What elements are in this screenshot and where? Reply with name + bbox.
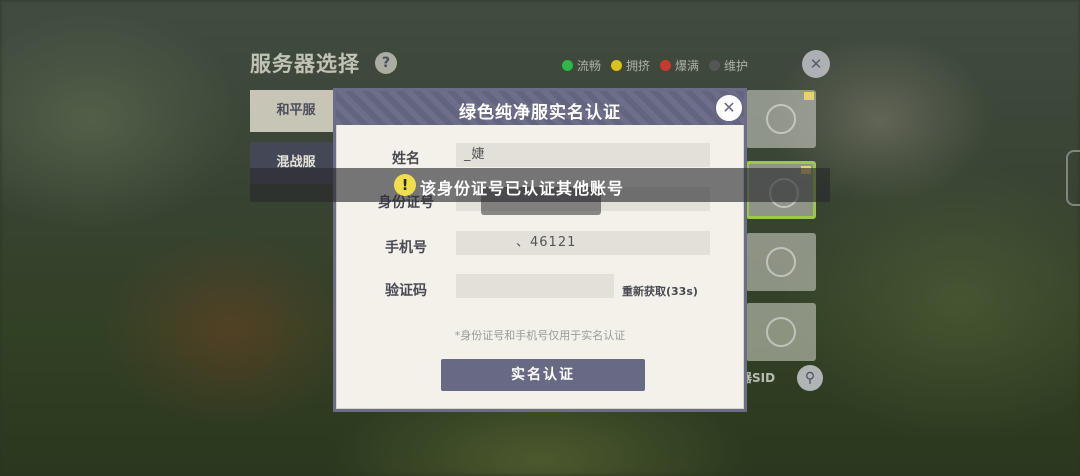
- legend-smooth: 流畅: [562, 57, 601, 74]
- shield-emblem-icon: [766, 104, 796, 134]
- server-card[interactable]: [746, 233, 816, 291]
- toast-message: 该身份证号已认证其他账号: [420, 179, 625, 198]
- server-select-title: 服务器选择: [250, 52, 360, 76]
- verify-submit-button[interactable]: 实名认证: [441, 359, 645, 391]
- legend-crowded: 拥挤: [611, 57, 650, 74]
- privacy-note: *身份证号和手机号仅用于实名认证: [454, 329, 626, 342]
- panel-close-icon[interactable]: ✕: [802, 50, 830, 78]
- verification-code-label: 验证码: [385, 283, 427, 299]
- side-tab-handle[interactable]: [1066, 150, 1080, 206]
- phone-field[interactable]: 、46121: [456, 231, 710, 255]
- warning-icon: !: [394, 174, 416, 196]
- search-icon[interactable]: ⚲: [797, 365, 823, 391]
- resend-code-button[interactable]: 重新获取(33s): [622, 283, 698, 299]
- dialog-header: 绿色纯净服实名认证: [336, 91, 744, 125]
- red-dot-icon: [660, 60, 672, 71]
- close-icon[interactable]: ✕: [714, 93, 744, 123]
- legend-maintenance: 维护: [709, 57, 748, 74]
- tab-peace-server[interactable]: 和平服: [250, 90, 342, 132]
- shield-emblem-icon: [766, 247, 796, 277]
- phone-label: 手机号: [385, 240, 427, 256]
- tag-icon: [804, 92, 814, 100]
- server-status-legend: 流畅 拥挤 爆满 维护: [562, 57, 748, 74]
- server-card[interactable]: [746, 303, 816, 361]
- name-label: 姓名: [392, 151, 420, 167]
- verification-code-field[interactable]: [456, 274, 614, 298]
- error-toast: ! 该身份证号已认证其他账号: [250, 168, 830, 202]
- legend-full: 爆满: [660, 57, 699, 74]
- dialog-title: 绿色纯净服实名认证: [459, 103, 621, 123]
- yellow-dot-icon: [611, 60, 623, 71]
- shield-emblem-icon: [766, 317, 796, 347]
- real-name-auth-dialog: 绿色纯净服实名认证 ✕ 姓名 _婕 身份证号 手机号 、46121 验证码 重新…: [333, 88, 747, 412]
- server-card[interactable]: [746, 90, 816, 148]
- name-field[interactable]: _婕: [456, 143, 710, 167]
- green-dot-icon: [562, 60, 573, 71]
- help-icon[interactable]: ?: [375, 52, 397, 74]
- gray-dot-icon: [709, 60, 721, 71]
